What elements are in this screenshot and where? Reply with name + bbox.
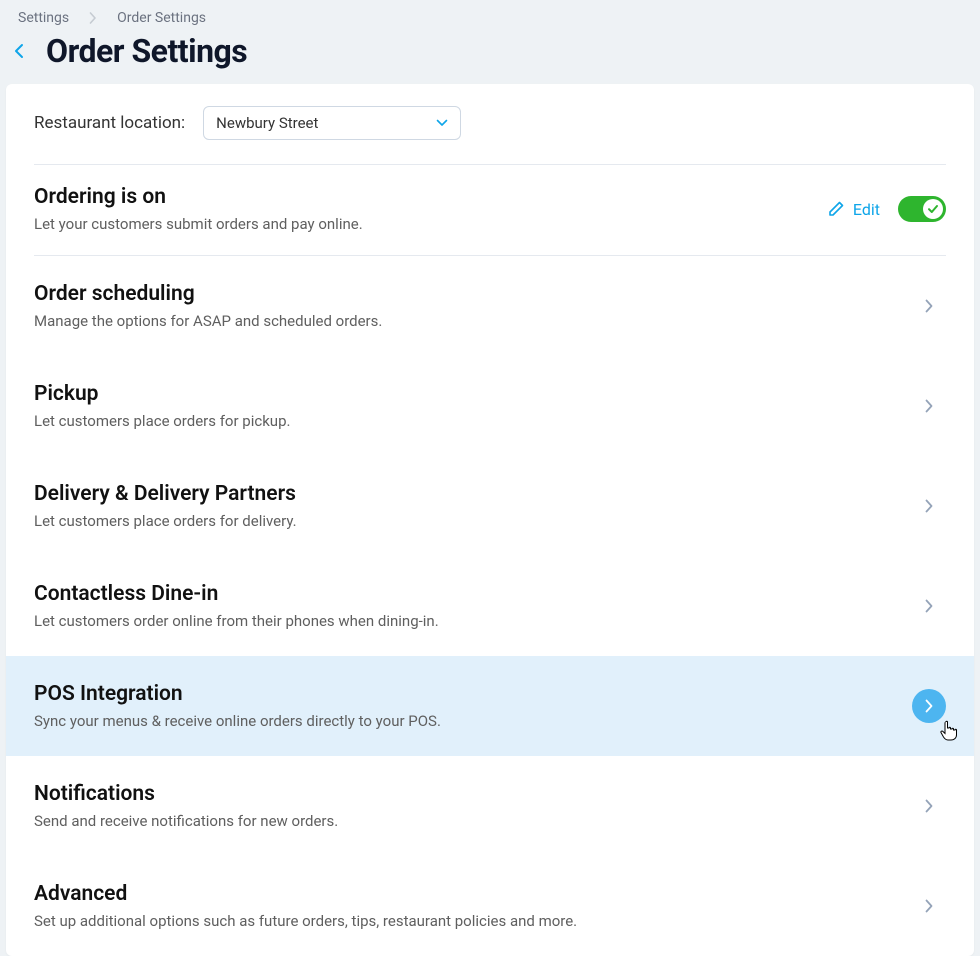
location-row: Restaurant location: Newbury Street [6, 84, 974, 164]
edit-ordering-link[interactable]: Edit [827, 200, 880, 219]
location-select[interactable]: Newbury Street [203, 106, 461, 140]
section-dinein[interactable]: Contactless Dine-in Let customers order … [6, 556, 974, 656]
section-ordering: Ordering is on Let your customers submit… [6, 165, 974, 255]
location-value: Newbury Street [216, 114, 318, 132]
location-label: Restaurant location: [34, 113, 185, 133]
chevron-right-icon [912, 289, 946, 323]
section-title: Advanced [34, 882, 912, 906]
section-title: Pickup [34, 382, 912, 406]
section-title: Ordering is on [34, 185, 827, 209]
section-title: Order scheduling [34, 282, 912, 306]
check-icon [923, 199, 943, 219]
section-desc: Sync your menus & receive online orders … [34, 712, 912, 730]
chevron-right-icon [912, 789, 946, 823]
chevron-right-icon [912, 489, 946, 523]
section-desc: Let customers order online from their ph… [34, 612, 912, 630]
edit-label: Edit [853, 200, 880, 219]
page-title: Order Settings [46, 32, 247, 70]
breadcrumb: Settings Order Settings [0, 0, 980, 32]
section-notifications[interactable]: Notifications Send and receive notificat… [6, 756, 974, 856]
chevron-right-icon [912, 389, 946, 423]
section-pos-integration[interactable]: POS Integration Sync your menus & receiv… [6, 656, 974, 756]
section-title: POS Integration [34, 682, 912, 706]
breadcrumb-root[interactable]: Settings [18, 10, 69, 26]
title-row: Order Settings [0, 32, 980, 84]
chevron-right-icon [912, 889, 946, 923]
chevron-down-icon [436, 119, 448, 127]
section-title: Notifications [34, 782, 912, 806]
section-desc: Send and receive notifications for new o… [34, 812, 912, 830]
section-scheduling[interactable]: Order scheduling Manage the options for … [6, 256, 974, 356]
section-title: Contactless Dine-in [34, 582, 912, 606]
pencil-icon [827, 200, 845, 218]
section-desc: Manage the options for ASAP and schedule… [34, 312, 912, 330]
breadcrumb-current: Order Settings [117, 10, 206, 26]
back-button[interactable] [6, 38, 32, 64]
section-desc: Let customers place orders for pickup. [34, 412, 912, 430]
section-pickup[interactable]: Pickup Let customers place orders for pi… [6, 356, 974, 456]
ordering-toggle[interactable] [898, 196, 946, 222]
settings-card: Restaurant location: Newbury Street Orde… [6, 84, 974, 956]
section-desc: Set up additional options such as future… [34, 912, 912, 930]
cursor-icon [940, 720, 958, 742]
section-title: Delivery & Delivery Partners [34, 482, 912, 506]
chevron-right-icon [912, 589, 946, 623]
chevron-right-icon [912, 689, 946, 723]
section-desc: Let your customers submit orders and pay… [34, 215, 827, 233]
chevron-right-icon [89, 12, 97, 24]
section-advanced[interactable]: Advanced Set up additional options such … [6, 856, 974, 956]
section-delivery[interactable]: Delivery & Delivery Partners Let custome… [6, 456, 974, 556]
section-desc: Let customers place orders for delivery. [34, 512, 912, 530]
